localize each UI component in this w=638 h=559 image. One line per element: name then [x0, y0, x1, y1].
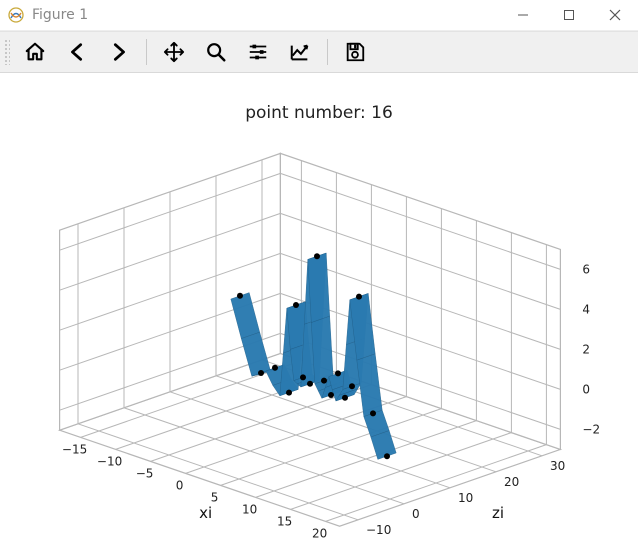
svg-text:zi: zi — [492, 504, 504, 522]
svg-text:xi: xi — [199, 504, 212, 522]
toolbar-separator — [327, 39, 328, 65]
pan-button[interactable] — [155, 35, 193, 69]
svg-text:−10: −10 — [366, 523, 391, 537]
svg-text:−5: −5 — [136, 466, 154, 480]
svg-text:0: 0 — [412, 507, 420, 521]
configure-subplots-button[interactable] — [239, 35, 277, 69]
svg-text:−15: −15 — [62, 442, 87, 456]
toolbar-separator — [146, 39, 147, 65]
svg-text:−2: −2 — [582, 422, 600, 436]
svg-text:15: 15 — [277, 514, 292, 528]
svg-text:5: 5 — [211, 490, 219, 504]
window-title: Figure 1 — [32, 7, 88, 23]
window-close-button[interactable] — [592, 0, 638, 30]
edit-axes-button[interactable] — [281, 35, 319, 69]
back-button[interactable] — [58, 35, 96, 69]
svg-text:10: 10 — [242, 502, 257, 516]
svg-text:30: 30 — [550, 459, 565, 473]
window-minimize-button[interactable] — [500, 0, 546, 30]
window-maximize-button[interactable] — [546, 0, 592, 30]
svg-text:−10: −10 — [97, 454, 122, 468]
svg-text:10: 10 — [458, 491, 473, 505]
app-icon — [8, 7, 24, 23]
svg-text:0: 0 — [176, 478, 184, 492]
toolbar-grip — [4, 39, 10, 65]
save-button[interactable] — [336, 35, 374, 69]
svg-text:4: 4 — [582, 302, 590, 316]
svg-text:2: 2 — [582, 342, 590, 356]
forward-button[interactable] — [100, 35, 138, 69]
home-button[interactable] — [16, 35, 54, 69]
matplotlib-toolbar — [0, 31, 638, 73]
svg-text:20: 20 — [504, 475, 519, 489]
window-titlebar: Figure 1 — [0, 0, 638, 31]
svg-text:20: 20 — [312, 526, 327, 540]
svg-text:0: 0 — [582, 382, 590, 396]
svg-text:6: 6 — [582, 262, 590, 276]
chart-3d: −15 −10 −5 0 5 10 15 20 −10 0 10 20 30 −2 0 2 4 6 xi zi — [0, 73, 638, 559]
plot-area[interactable]: point number: 16 −15−10−505101520−100102… — [0, 73, 638, 559]
zoom-button[interactable] — [197, 35, 235, 69]
